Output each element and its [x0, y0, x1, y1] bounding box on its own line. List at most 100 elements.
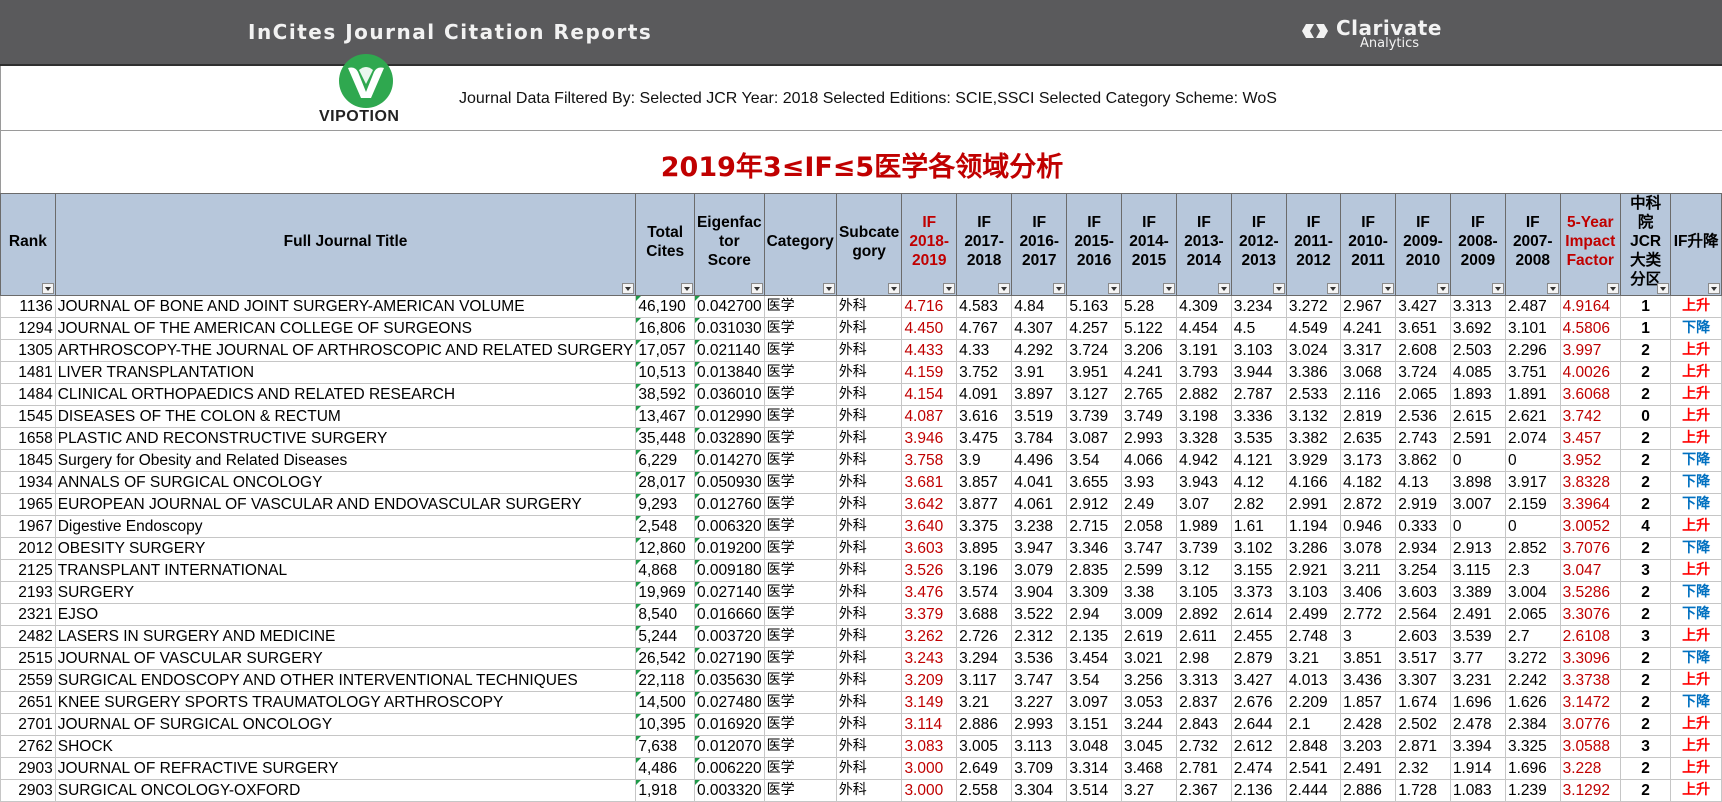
table-cell: 外科 — [835, 405, 903, 428]
table-cell: 2193 — [0, 581, 56, 604]
table-cell: 医学 — [763, 647, 837, 670]
table-cell: 1 — [1619, 295, 1672, 318]
table-cell: 2.499 — [1285, 603, 1342, 626]
table-cell: 2.635 — [1340, 427, 1397, 450]
table-cell: 3.256 — [1120, 669, 1178, 692]
table-cell: 上升 — [1670, 295, 1722, 318]
table-cell: 3.103 — [1285, 581, 1342, 604]
table-cell: 3.91 — [1011, 361, 1068, 384]
table-cell: 外科 — [835, 779, 903, 802]
table-row: 2903 SURGICAL ONCOLOGY-OXFORD 1,918 0.00332… — [0, 779, 1722, 802]
table-row: 1934 ANNALS OF SURGICAL ONCOLOGY 28,017 0.0… — [0, 471, 1722, 494]
column-header-text: Total — [647, 223, 684, 241]
table-cell: 3.93 — [1120, 471, 1178, 494]
table-cell: 2 — [1619, 449, 1672, 472]
table-cell: 4.159 — [901, 361, 958, 384]
filter-dropdown-icon[interactable] — [1546, 283, 1559, 294]
table-cell: 2.135 — [1066, 625, 1122, 648]
table-cell: 12,860 — [635, 537, 695, 560]
table-cell: 4.9164 — [1559, 295, 1621, 318]
table-cell: 2125 — [0, 559, 56, 582]
table-cell: 3.079 — [1011, 559, 1068, 582]
table-cell: 3.514 — [1066, 779, 1122, 802]
filter-dropdown-icon[interactable] — [680, 283, 693, 294]
filter-dropdown-icon[interactable] — [1657, 283, 1670, 294]
table-cell: 4.5806 — [1559, 317, 1621, 340]
filter-dropdown-icon[interactable] — [888, 283, 901, 294]
table-cell: 3.9 — [956, 449, 1013, 472]
column-header-2: Total Cites — [635, 193, 695, 296]
filter-dropdown-icon[interactable] — [1436, 283, 1449, 294]
table-cell: 2 — [1619, 581, 1672, 604]
table-cell: 2.065 — [1504, 603, 1561, 626]
table-cell: 外科 — [835, 603, 903, 626]
column-header-19: 中科院 JCR大类 分区 — [1619, 193, 1672, 296]
filter-dropdown-icon[interactable] — [750, 283, 763, 294]
filter-description: Journal Data Filtered By: Selected JCR Y… — [459, 90, 1277, 107]
table-cell: 5,244 — [635, 625, 695, 648]
table-cell: 3.211 — [1340, 559, 1397, 582]
table-cell: 3.862 — [1395, 449, 1451, 472]
table-cell: 3 — [1340, 625, 1397, 648]
table-cell: 0.031030 — [693, 317, 765, 340]
table-cell: SURGERY — [54, 581, 637, 604]
column-header-text: Full Journal Title — [283, 233, 408, 250]
table-cell: 2.612 — [1230, 735, 1287, 758]
table-cell: 2.487 — [1504, 295, 1561, 318]
column-header-text: IF 2014- — [1129, 214, 1169, 250]
table-cell: 4.0026 — [1559, 361, 1621, 384]
filter-dropdown-icon[interactable] — [1053, 283, 1066, 294]
column-header-text: Eigenfac — [696, 214, 762, 231]
table-cell: 7,638 — [635, 735, 695, 758]
table-cell: 0.333 — [1395, 515, 1451, 538]
table-cell: 4.767 — [956, 317, 1013, 340]
filter-dropdown-icon[interactable] — [1491, 283, 1504, 294]
table-cell: 1.989 — [1176, 515, 1232, 538]
table-cell: 3.517 — [1395, 647, 1451, 670]
table-cell: 3.539 — [1449, 625, 1506, 648]
filter-dropdown-icon[interactable] — [1708, 283, 1720, 294]
table-cell: 1.61 — [1230, 515, 1287, 538]
filter-dropdown-icon[interactable] — [998, 283, 1011, 294]
table-cell: 3.048 — [1066, 735, 1122, 758]
filter-dropdown-icon[interactable] — [41, 283, 54, 294]
column-header-text: Impact — [1565, 233, 1616, 250]
table-cell: 3.203 — [1340, 735, 1397, 758]
filter-dropdown-icon[interactable] — [622, 283, 635, 294]
table-cell: 2.296 — [1504, 339, 1561, 362]
filter-dropdown-icon[interactable] — [1217, 283, 1230, 294]
table-cell: 26,542 — [635, 647, 695, 670]
filter-dropdown-icon[interactable] — [1272, 283, 1285, 294]
filter-dropdown-icon[interactable] — [943, 283, 956, 294]
table-cell: 3.898 — [1449, 471, 1506, 494]
table-cell: 3.114 — [901, 713, 958, 736]
table-cell: 2.491 — [1449, 603, 1506, 626]
top-banner: InCites Journal Citation Reports Clariva… — [0, 0, 1722, 66]
table-cell: 2.615 — [1449, 405, 1506, 428]
filter-dropdown-icon[interactable] — [822, 283, 835, 294]
table-cell: 3.752 — [956, 361, 1013, 384]
table-cell: 2 — [1619, 471, 1672, 494]
table-cell: 0.946 — [1340, 515, 1397, 538]
table-cell: 3.115 — [1449, 559, 1506, 582]
table-cell: 上升 — [1670, 735, 1722, 758]
table-cell: 3.77 — [1449, 647, 1506, 670]
table-cell: 3.068 — [1340, 361, 1397, 384]
table-cell: 3.209 — [901, 669, 958, 692]
filter-dropdown-icon[interactable] — [1327, 283, 1340, 294]
table-cell: 外科 — [835, 383, 903, 406]
filter-dropdown-icon[interactable] — [1107, 283, 1120, 294]
column-header-5: Subcate gory — [835, 193, 903, 296]
table-cell: 0.016920 — [693, 713, 765, 736]
table-cell: 2.065 — [1395, 383, 1451, 406]
table-cell: 外科 — [835, 669, 903, 692]
table-cell: Surgery for Obesity and Related Diseases — [54, 449, 637, 472]
table-cell: 1,918 — [635, 779, 695, 802]
column-header-text: 2017 — [1022, 252, 1057, 269]
table-cell: 3.151 — [1066, 713, 1122, 736]
table-cell: 医学 — [763, 559, 837, 582]
filter-dropdown-icon[interactable] — [1163, 283, 1176, 294]
table-cell: 3.724 — [1395, 361, 1451, 384]
filter-dropdown-icon[interactable] — [1382, 283, 1395, 294]
filter-dropdown-icon[interactable] — [1606, 283, 1619, 294]
